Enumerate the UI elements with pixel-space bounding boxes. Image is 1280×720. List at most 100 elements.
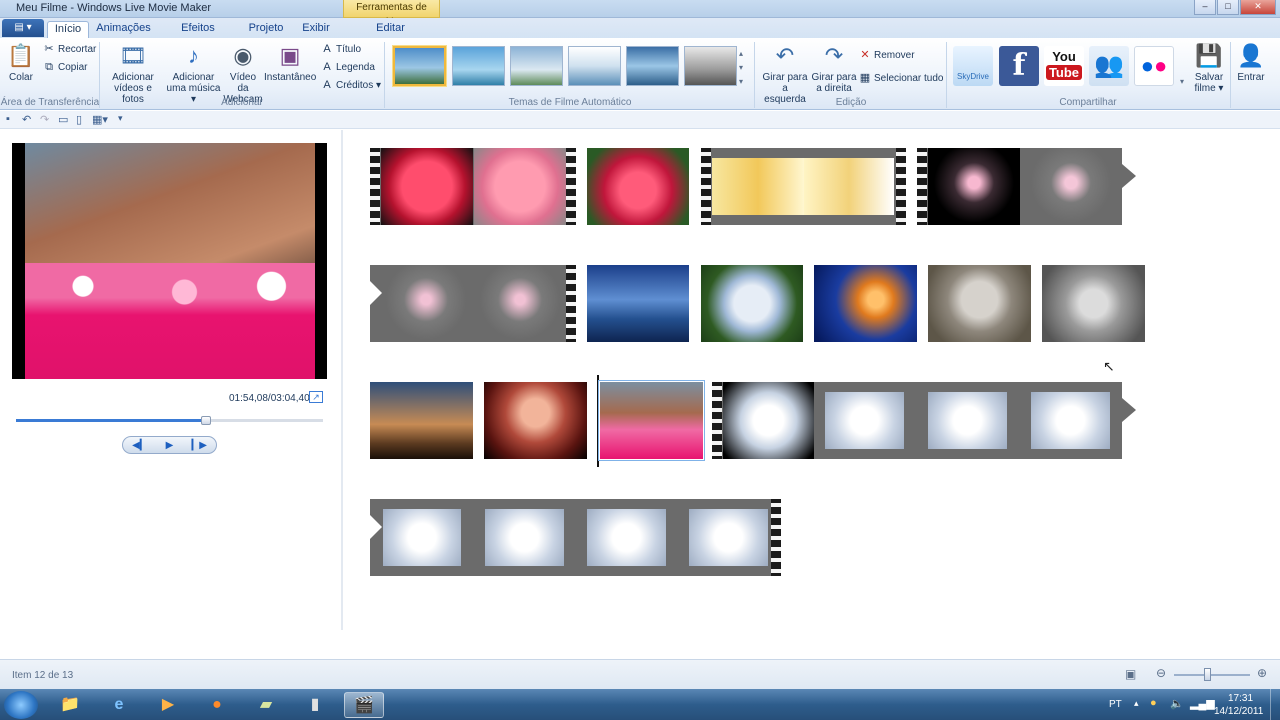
start-button[interactable] — [4, 691, 38, 719]
internet-explorer-icon[interactable]: e — [99, 692, 139, 718]
rotate-right-button[interactable]: ↷ Girar para a direita — [810, 42, 858, 94]
clip-frame-rings — [712, 158, 804, 215]
previous-frame-icon[interactable]: ◀▎ — [132, 440, 147, 451]
gallery-more-icon[interactable]: ▾ — [739, 74, 749, 90]
storyboard-clip[interactable] — [370, 265, 576, 342]
firefox-icon[interactable]: ● — [197, 692, 237, 718]
clock-date[interactable]: 14/12/2011 — [1214, 706, 1263, 717]
page-icon[interactable]: ▯ — [76, 113, 82, 126]
storyboard-clip[interactable] — [370, 499, 781, 576]
zoom-slider[interactable] — [1174, 668, 1250, 681]
theme-thumbnail[interactable] — [626, 46, 679, 86]
save-icon[interactable]: ▪ — [6, 113, 10, 125]
seek-bar-fill — [16, 419, 207, 422]
storyboard-clip[interactable] — [370, 382, 473, 459]
tab-inicio[interactable]: Início — [47, 21, 89, 38]
flickr-icon: ●● — [1140, 53, 1168, 78]
theme-thumbnail[interactable] — [684, 46, 737, 86]
zoom-slider-thumb[interactable] — [1204, 668, 1211, 681]
theme-thumbnail[interactable] — [568, 46, 621, 86]
share-more-icon[interactable]: ▾ — [1180, 74, 1190, 90]
zoom-out-icon[interactable]: ⊖ — [1156, 666, 1166, 680]
volume-icon[interactable]: 🔈 — [1170, 697, 1184, 710]
language-indicator[interactable]: PT — [1109, 699, 1122, 710]
rotate-left-button[interactable]: ↶ Girar para a esquerda — [760, 42, 810, 105]
messenger-button[interactable]: 👥 — [1089, 46, 1129, 86]
flickr-button[interactable]: ●● — [1134, 46, 1174, 86]
title-bar: Meu Filme - Windows Live Movie Maker Fer… — [0, 0, 1280, 28]
continue-arrow-icon — [370, 515, 382, 539]
storyboard-clip[interactable] — [587, 265, 689, 342]
next-frame-icon[interactable]: ▎▶ — [192, 440, 207, 451]
storyboard-clip[interactable] — [928, 265, 1031, 342]
tab-exibir[interactable]: Exibir — [300, 21, 332, 38]
tab-efeitos-visuais[interactable]: Efeitos Visuais — [164, 21, 232, 49]
customize-dropdown-icon[interactable]: ▾ — [118, 113, 123, 124]
storyboard-clip[interactable] — [484, 382, 587, 459]
pane-divider[interactable] — [341, 130, 343, 630]
app-menu-button[interactable]: ▤ ▾ — [2, 19, 44, 37]
caption-button[interactable]: A Legenda — [320, 59, 375, 75]
view-grid-icon[interactable]: ▦▾ — [92, 113, 108, 126]
undo-icon[interactable]: ↶ — [22, 113, 31, 126]
tab-projeto[interactable]: Projeto — [246, 21, 286, 38]
storyboard-clip[interactable] — [814, 265, 917, 342]
credits-button[interactable]: A Créditos ▾ — [320, 77, 381, 93]
seek-bar-thumb[interactable] — [201, 416, 212, 425]
tab-editar[interactable]: Editar — [368, 21, 413, 38]
title-button[interactable]: A Título — [320, 41, 361, 57]
clock-time[interactable]: 17:31 — [1228, 693, 1253, 704]
paste-button[interactable]: 📋 Colar — [6, 42, 36, 83]
seek-bar[interactable] — [16, 416, 323, 425]
maximize-button[interactable]: □ — [1217, 0, 1239, 15]
storyboard-clip[interactable] — [917, 148, 1122, 225]
add-videos-button[interactable]: 🎞 Adicionar vídeos e fotos — [103, 42, 163, 105]
add-music-button[interactable]: ♪ Adicionar uma música ▾ — [165, 42, 222, 105]
storyboard-clip[interactable] — [701, 265, 803, 342]
skydrive-button[interactable]: SkyDrive — [953, 46, 993, 86]
zoom-in-icon[interactable]: ⊕ — [1257, 666, 1267, 680]
user-icon: 👤 — [1237, 43, 1265, 68]
media-player-icon[interactable]: ▶ — [148, 692, 188, 718]
notes-icon[interactable]: ▰ — [246, 692, 286, 718]
snapshot-button[interactable]: ▣ Instantâneo — [264, 42, 316, 83]
storyboard-clip-selected[interactable] — [598, 380, 705, 461]
network-icon[interactable]: ▂▄▆ — [1190, 697, 1215, 710]
save-movie-button[interactable]: 💾 Salvar filme ▾ — [1192, 42, 1226, 94]
storyboard-clip[interactable] — [587, 148, 689, 225]
signin-button[interactable]: 👤 Entrar — [1234, 42, 1268, 83]
playback-position-marker[interactable] — [597, 375, 599, 467]
select-all-button[interactable]: ▦ Selecionar tudo — [858, 70, 944, 86]
storyboard-clip[interactable] — [701, 148, 906, 225]
close-button[interactable]: ✕ — [1240, 0, 1276, 15]
storyboard-clip[interactable] — [370, 148, 576, 225]
redo-icon[interactable]: ↷ — [40, 113, 49, 126]
explorer-folder-icon[interactable]: 📁 — [50, 692, 90, 718]
theme-thumbnail[interactable] — [510, 46, 563, 86]
separator — [946, 42, 947, 108]
video-preview[interactable] — [12, 143, 327, 379]
tab-animacoes[interactable]: Animações — [96, 21, 151, 38]
tray-show-hidden-icon[interactable]: ▴ — [1134, 698, 1139, 709]
storyboard-clip[interactable] — [712, 382, 1122, 459]
monitor-icon[interactable]: ▭ — [58, 113, 68, 126]
movie-maker-taskbar-icon[interactable]: 🎬 — [344, 692, 384, 718]
remove-button[interactable]: ✕ Remover — [858, 47, 914, 63]
tray-app-icon[interactable]: ● — [1150, 697, 1157, 709]
select-all-icon: ▦ — [859, 72, 871, 84]
storyboard-clip[interactable] — [1042, 265, 1145, 342]
facebook-button[interactable]: f — [999, 46, 1039, 86]
play-icon[interactable]: ▶ — [166, 440, 174, 451]
webcam-video-button[interactable]: ◉ Vídeo da Webcam — [223, 42, 263, 105]
youtube-button[interactable]: You Tube — [1044, 46, 1084, 86]
copy-button[interactable]: ⧉ Copiar — [42, 59, 87, 75]
theme-thumbnail[interactable] — [393, 46, 446, 86]
video-app-icon[interactable]: ▮ — [295, 692, 335, 718]
clip-frame-rings-transition — [804, 158, 894, 215]
cut-button[interactable]: ✂ Recortar — [42, 41, 96, 57]
minimize-button[interactable]: – — [1194, 0, 1216, 15]
show-desktop-button[interactable] — [1270, 689, 1280, 720]
theme-thumbnail[interactable] — [452, 46, 505, 86]
fullscreen-icon[interactable]: ↗ — [309, 391, 323, 403]
thumbnail-size-icon[interactable]: ▣ — [1125, 667, 1136, 681]
